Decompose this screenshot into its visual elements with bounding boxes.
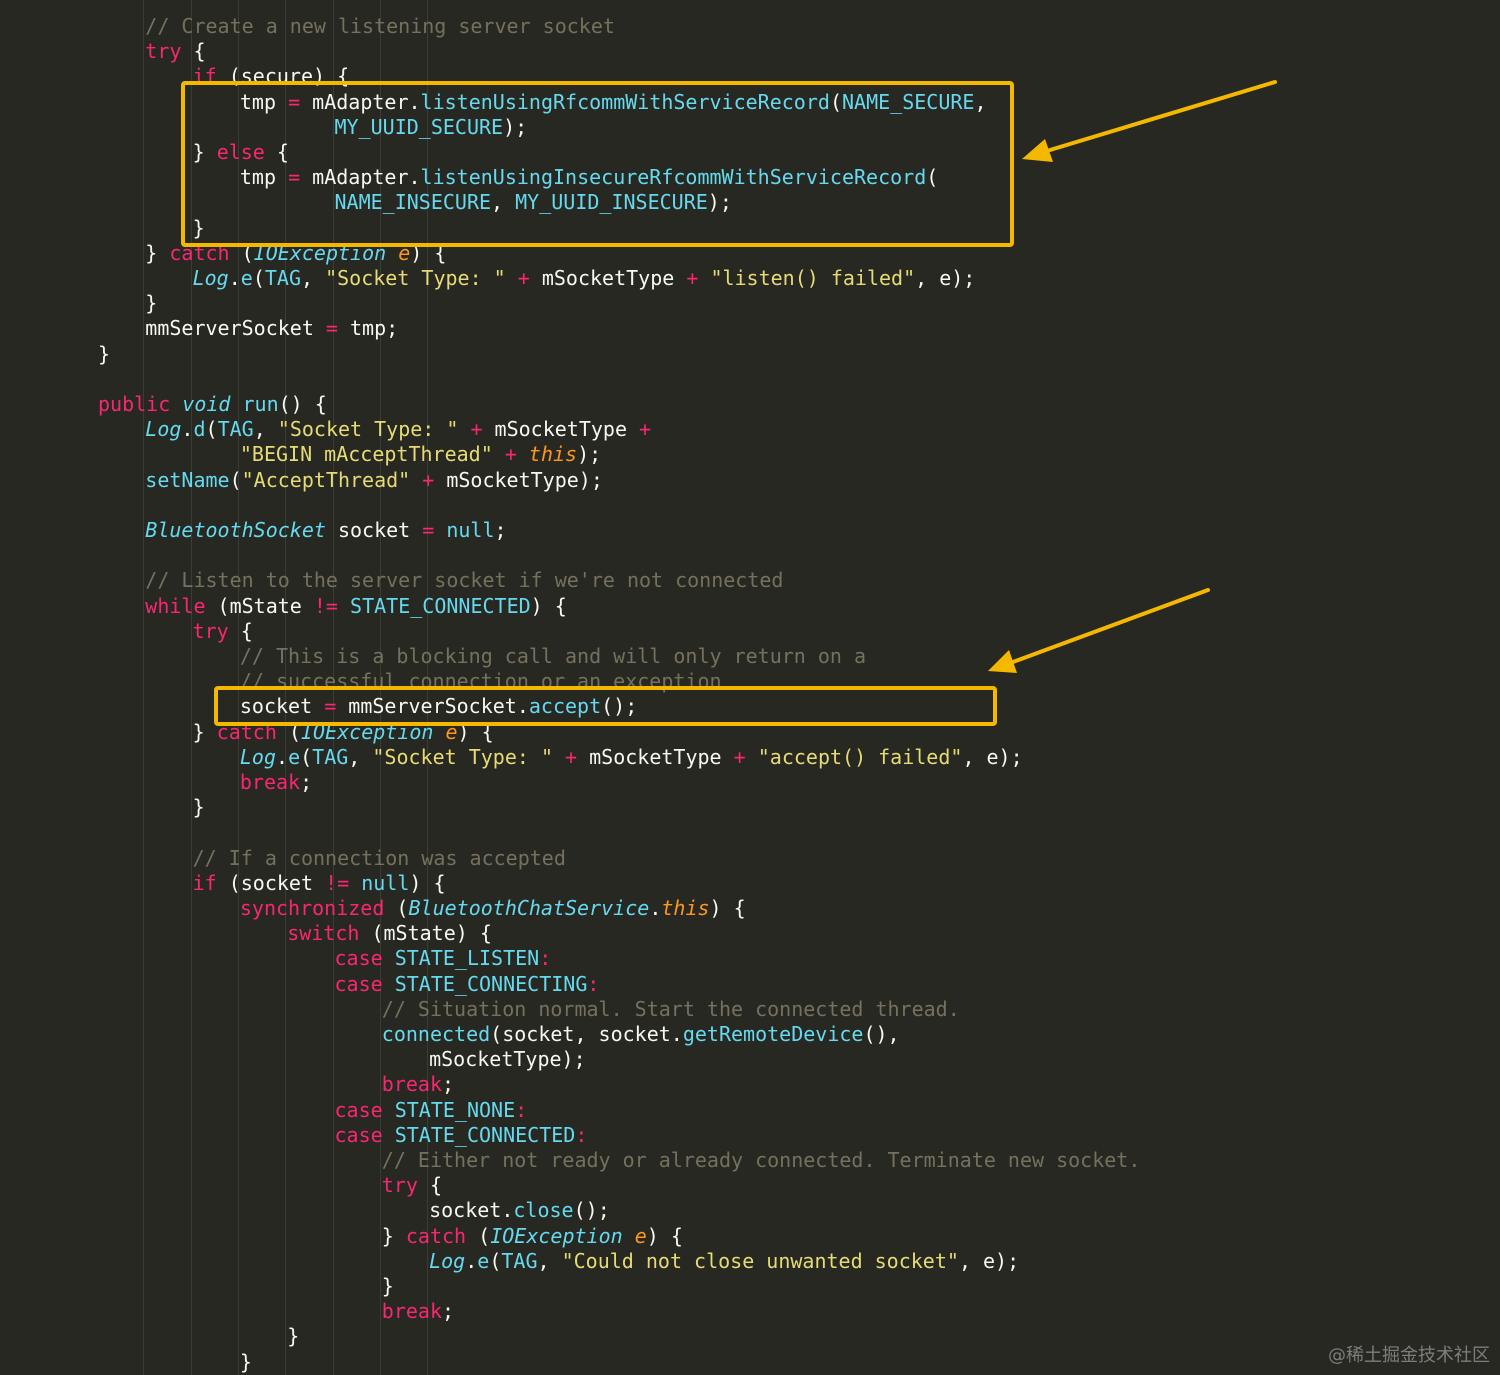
annotation-arrows (988, 80, 1277, 673)
code-editor: // Create a new listening server socket t… (0, 0, 1500, 1375)
arrow-icon (1022, 80, 1277, 162)
arrow-icon (988, 588, 1210, 673)
watermark: @稀土掘金技术社区 (1328, 1345, 1490, 1366)
